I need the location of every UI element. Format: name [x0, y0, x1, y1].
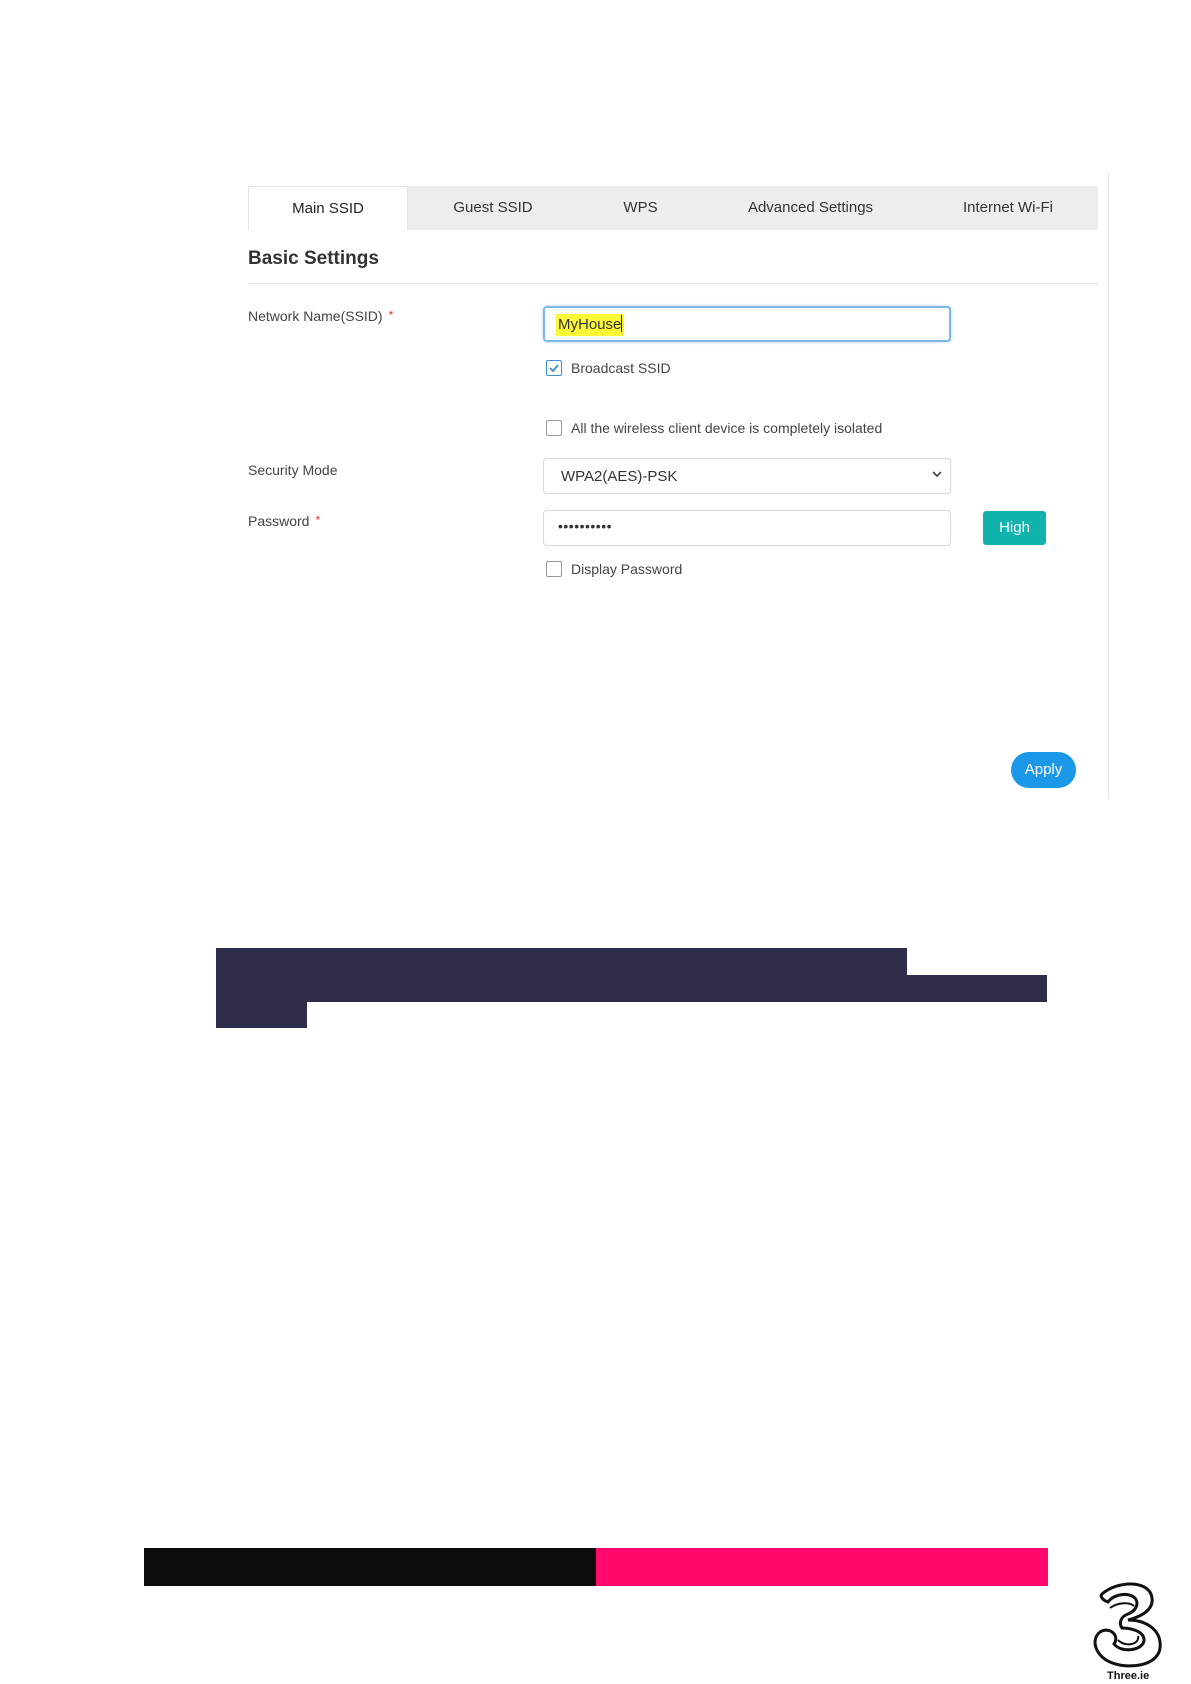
security-mode-value: WPA2(AES)-PSK [561, 468, 678, 485]
client-isolation-label: All the wireless client device is comple… [571, 420, 883, 436]
checkbox-empty-icon[interactable] [546, 561, 562, 577]
ssid-input[interactable]: MyHouse [543, 306, 951, 342]
checkbox-empty-icon[interactable] [546, 420, 562, 436]
required-marker: * [388, 308, 394, 322]
checkbox-checked-icon[interactable] [546, 360, 562, 376]
ssid-value: MyHouse [558, 316, 622, 333]
apply-button[interactable]: Apply [1011, 752, 1076, 788]
broadcast-ssid-option[interactable]: Broadcast SSID [546, 360, 671, 376]
redaction-gap [307, 1002, 1047, 1028]
client-isolation-option[interactable]: All the wireless client device is comple… [546, 420, 882, 436]
panel-border [1108, 172, 1109, 798]
password-strength-badge: High [983, 511, 1046, 545]
brand-bar-pink [596, 1548, 1048, 1586]
tab-advanced-settings[interactable]: Advanced Settings [703, 186, 918, 230]
display-password-label: Display Password [571, 561, 683, 577]
tab-main-ssid[interactable]: Main SSID [248, 186, 408, 230]
required-marker: * [315, 513, 321, 527]
password-label-text: Password [248, 513, 310, 529]
tab-guest-ssid[interactable]: Guest SSID [408, 186, 578, 230]
network-name-label: Network Name(SSID) * [248, 308, 393, 324]
wifi-settings-panel: Main SSID Guest SSID WPS Advanced Settin… [248, 172, 1110, 798]
tab-internet-wifi[interactable]: Internet Wi-Fi [918, 186, 1098, 230]
security-mode-label: Security Mode [248, 462, 338, 478]
ssid-value-highlight: MyHouse [556, 314, 625, 336]
section-title: Basic Settings [248, 248, 379, 269]
redaction-block [907, 975, 1047, 1002]
tab-bar: Main SSID Guest SSID WPS Advanced Settin… [248, 186, 1098, 230]
password-label: Password * [248, 513, 320, 529]
brand-bar-black [144, 1548, 596, 1586]
password-masked-value: •••••••••• [558, 518, 613, 534]
chevron-down-icon [930, 467, 944, 485]
display-password-option[interactable]: Display Password [546, 561, 682, 577]
logo-caption: Three.ie [1107, 1670, 1150, 1682]
security-mode-select[interactable]: WPA2(AES)-PSK [543, 458, 951, 494]
broadcast-ssid-label: Broadcast SSID [571, 360, 671, 376]
tab-wps[interactable]: WPS [578, 186, 703, 230]
section-divider [248, 283, 1098, 284]
password-input[interactable]: •••••••••• [543, 510, 951, 546]
text-caret [621, 315, 623, 332]
three-logo-icon [1088, 1578, 1168, 1674]
redaction-gap [907, 948, 1047, 975]
network-name-label-text: Network Name(SSID) [248, 308, 383, 324]
